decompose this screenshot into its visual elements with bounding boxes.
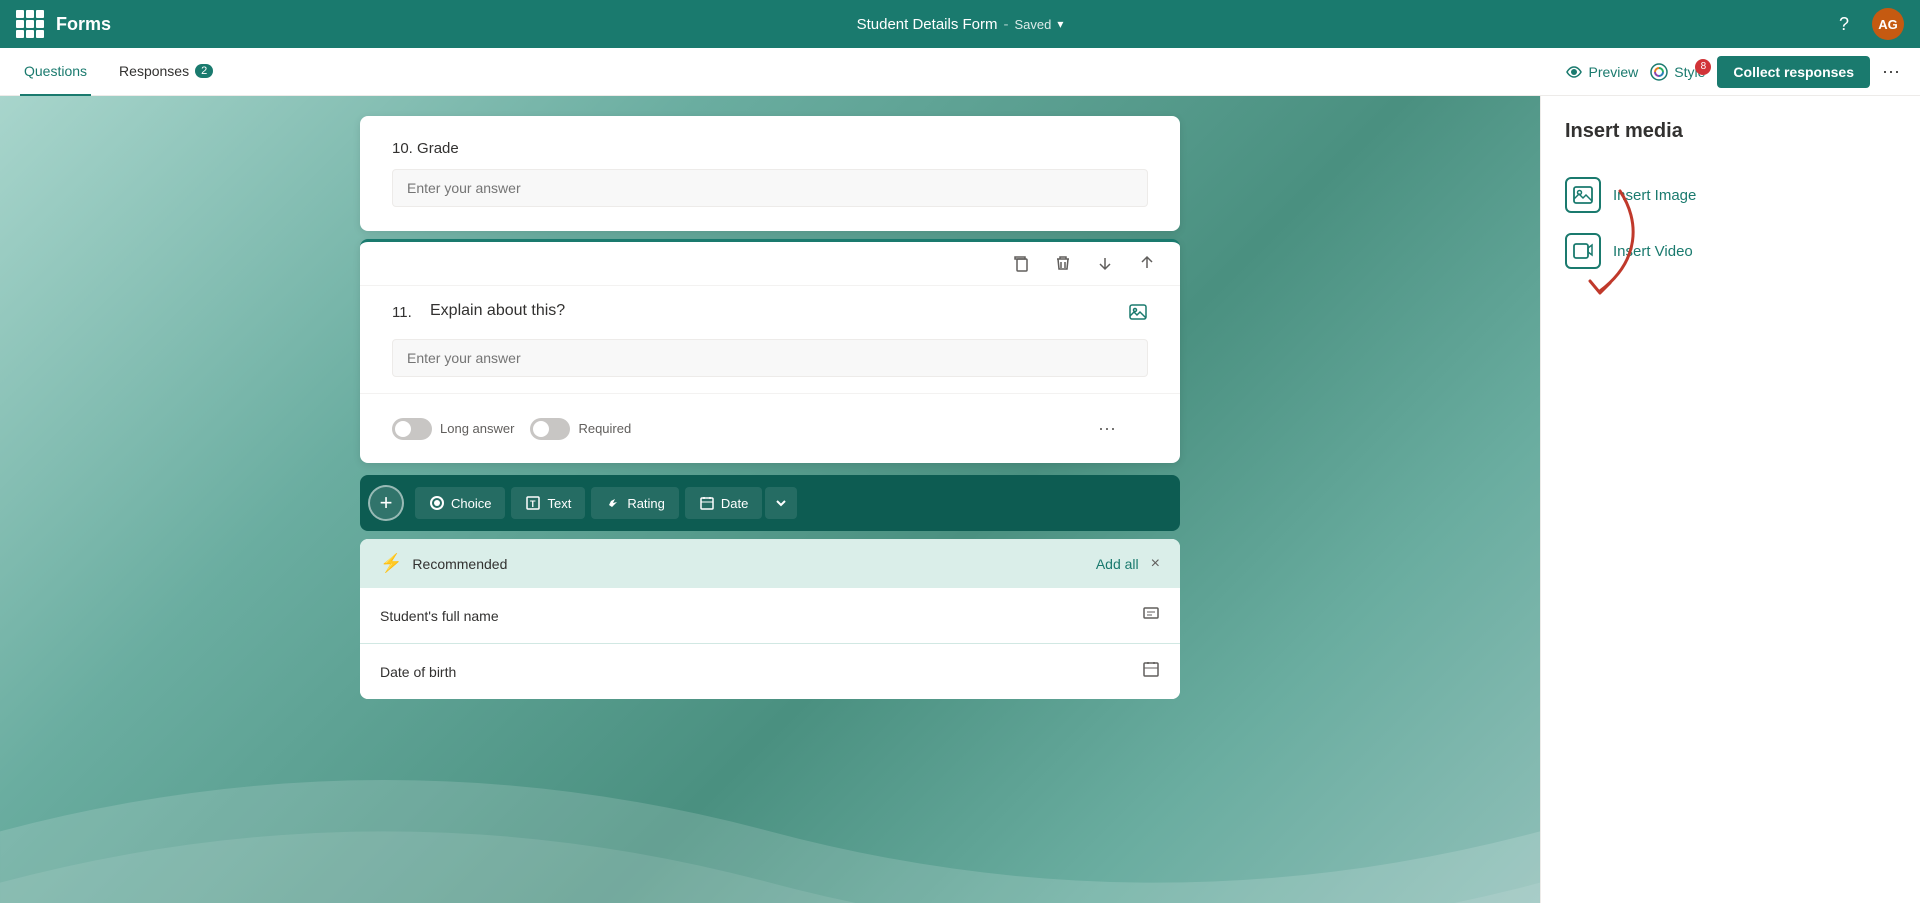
long-answer-toggle-group: Long answer [392, 418, 514, 440]
rec-item-dob-icon [1142, 660, 1160, 683]
help-button[interactable]: ? [1828, 8, 1860, 40]
question-card-10: 10. Grade [360, 116, 1180, 231]
waffle-icon[interactable] [16, 10, 44, 38]
insert-video-icon [1565, 233, 1601, 269]
recommended-items-list: Student's full name Date of birth [360, 588, 1180, 699]
form-name: Student Details Form [857, 16, 998, 33]
answer-area-11 [360, 327, 1180, 393]
card-11-footer: Long answer Required ··· [360, 393, 1180, 463]
form-title-bar: Student Details Form - Saved ▾ [857, 16, 1064, 33]
collect-responses-button[interactable]: Collect responses [1717, 56, 1870, 88]
preview-icon [1566, 64, 1582, 80]
responses-badge: 2 [195, 64, 213, 78]
copy-icon [1012, 254, 1030, 272]
recommended-title: Recommended [412, 556, 1095, 572]
add-question-button[interactable]: + [368, 485, 404, 521]
move-down-button[interactable] [1088, 250, 1122, 281]
add-question-bar: + Choice T Text Rating [360, 475, 1180, 531]
right-panel: Insert media Insert Image Insert Video [1540, 96, 1920, 903]
tab-questions[interactable]: Questions [20, 48, 91, 96]
rec-item-fullname-icon [1142, 604, 1160, 627]
copy-button[interactable] [1004, 250, 1038, 281]
lightning-icon: ⚡ [380, 553, 402, 574]
required-toggle-knob [533, 421, 549, 437]
toggle-knob [395, 421, 411, 437]
add-choice-button[interactable]: Choice [415, 487, 505, 519]
close-recommended-button[interactable]: × [1151, 555, 1160, 573]
panel-title: Insert media [1565, 120, 1896, 143]
title-chevron-icon[interactable]: ▾ [1057, 17, 1063, 31]
video-button-icon [1572, 240, 1594, 262]
text-type-icon: T [525, 495, 541, 511]
question-10-answer-input[interactable] [392, 169, 1148, 207]
card-inner-10: 10. Grade [360, 116, 1180, 231]
delete-icon [1054, 254, 1072, 272]
question-11-number: 11. [392, 302, 422, 321]
style-icon [1650, 63, 1668, 81]
sub-nav: Questions Responses 2 Preview Style [0, 48, 1920, 96]
long-answer-toggle[interactable] [392, 418, 432, 440]
arrow-up-icon [1138, 254, 1156, 272]
recommended-panel: ⚡ Recommended Add all × Student's full n… [360, 539, 1180, 699]
date-field-icon [1142, 660, 1160, 678]
add-rating-button[interactable]: Rating [591, 487, 679, 519]
insert-video-button[interactable]: Insert Video [1565, 223, 1693, 279]
image-icon [1128, 302, 1148, 322]
question-11-row: 11. [360, 286, 1180, 327]
app-title: Forms [56, 14, 111, 35]
rec-item-fullname[interactable]: Student's full name [360, 588, 1180, 644]
delete-button[interactable] [1046, 250, 1080, 281]
expand-types-button[interactable] [765, 487, 797, 519]
required-label: Required [578, 421, 631, 436]
arrow-down-icon [1096, 254, 1114, 272]
question-card-11: 11. Long answer [360, 239, 1180, 463]
rating-icon [605, 495, 621, 511]
add-all-button[interactable]: Add all [1096, 556, 1139, 572]
rec-item-dob[interactable]: Date of birth [360, 644, 1180, 699]
add-text-button[interactable]: T Text [511, 487, 585, 519]
rec-scroll-container: Student's full name Date of birth [360, 588, 1180, 699]
question-image-button[interactable] [1128, 302, 1148, 327]
card-11-toolbar [360, 242, 1180, 286]
required-toggle[interactable] [530, 418, 570, 440]
style-btn-wrapper: Style 8 [1650, 63, 1705, 81]
image-button-icon [1572, 184, 1594, 206]
avatar[interactable]: AG [1872, 8, 1904, 40]
question-10-label: 10. Grade [392, 140, 1148, 157]
saved-status: Saved [1014, 17, 1051, 32]
insert-image-button[interactable]: Insert Image [1565, 167, 1696, 223]
rec-item-dob-text: Date of birth [380, 664, 1142, 680]
required-toggle-group: Required [530, 418, 631, 440]
svg-text:T: T [530, 499, 536, 509]
top-nav: Forms Student Details Form - Saved ▾ ? A… [0, 0, 1920, 48]
long-answer-label: Long answer [440, 421, 514, 436]
recommended-header: ⚡ Recommended Add all × [360, 539, 1180, 588]
subnav-more-button[interactable]: ··· [1882, 61, 1900, 82]
expand-icon [774, 496, 788, 510]
move-up-button[interactable] [1130, 250, 1164, 281]
rec-item-fullname-text: Student's full name [380, 608, 1142, 624]
main-layout: 10. Grade [0, 96, 1920, 903]
add-date-button[interactable]: Date [685, 487, 762, 519]
question-11-answer-input[interactable] [392, 339, 1148, 377]
insert-image-icon [1565, 177, 1601, 213]
header-right-actions: ? AG [1828, 8, 1904, 40]
question-11-text-input[interactable] [430, 302, 1120, 320]
preview-button[interactable]: Preview [1566, 64, 1638, 80]
choice-icon [429, 495, 445, 511]
question-11-more-button[interactable]: ··· [1066, 406, 1148, 451]
tab-responses[interactable]: Responses 2 [115, 48, 217, 96]
date-icon [699, 495, 715, 511]
text-field-icon [1142, 604, 1160, 622]
content-area[interactable]: 10. Grade [0, 96, 1540, 903]
style-notification-badge: 8 [1695, 59, 1711, 75]
subnav-right-controls: Preview Style 8 Collect responses ··· [1566, 56, 1900, 88]
